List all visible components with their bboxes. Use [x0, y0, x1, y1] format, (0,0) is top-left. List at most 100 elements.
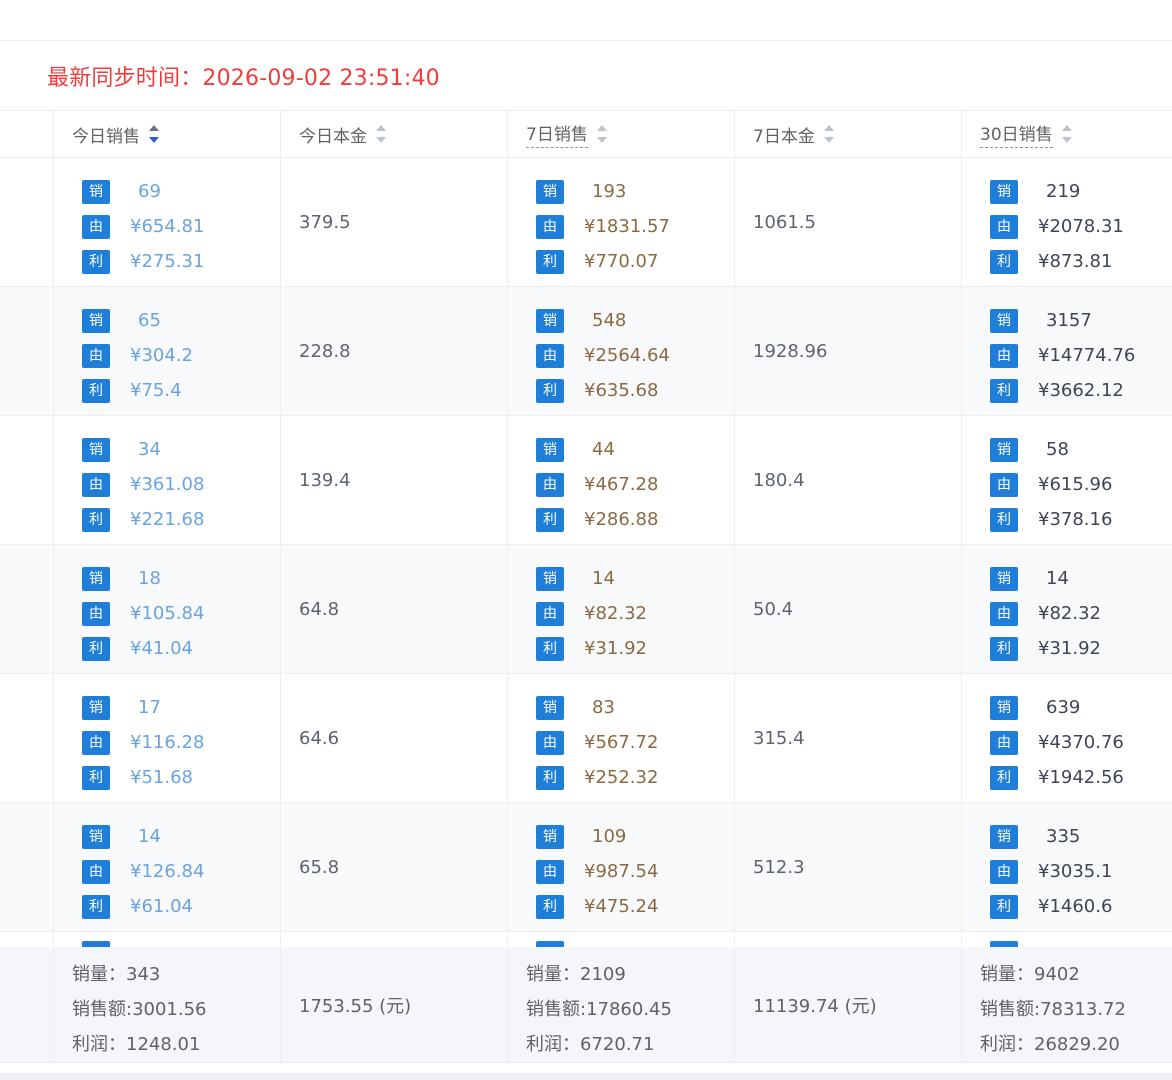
d7-qty: 83 — [592, 697, 615, 718]
today-cost-cell: 64.8 — [299, 598, 340, 620]
today-sales-cell: 销 14 由 ¥126.84 利 ¥61.04 — [82, 819, 204, 924]
d7-profit: ¥475.24 — [584, 896, 659, 917]
d7-cost-summary: 11139.74 (元) — [753, 995, 877, 1017]
d7-profit: ¥635.68 — [584, 380, 659, 401]
table-header: 今日销售 今日本金 7日销售 7日本金 30日销售 — [0, 111, 1172, 158]
column-divider — [507, 111, 508, 1062]
today-cost-cell: 139.4 — [299, 469, 351, 491]
table-body: 销 69 由 ¥654.81 利 ¥275.31 379.5 销 193 由 ¥1831.… — [0, 158, 1172, 932]
sales-badge: 销 — [536, 179, 564, 204]
d7-profit: ¥286.88 — [584, 509, 659, 530]
col-today-cost[interactable]: 今日本金 — [299, 111, 387, 157]
d7-profit: ¥770.07 — [584, 251, 659, 272]
d7-qty: 109 — [592, 826, 627, 847]
d7-qty: 548 — [592, 310, 627, 331]
column-divider — [961, 111, 962, 1062]
today-qty: 34 — [138, 439, 161, 460]
profit-badge: 利 — [536, 894, 564, 919]
profit-badge: 利 — [990, 636, 1018, 661]
today-revenue: ¥126.84 — [130, 861, 205, 882]
today-cost-cell: 379.5 — [299, 211, 351, 233]
sync-label: 最新同步时间： — [47, 66, 203, 91]
d7-cost-cell: 1061.5 — [753, 211, 816, 233]
today-revenue: ¥654.81 — [130, 216, 205, 237]
revenue-badge: 由 — [82, 214, 110, 239]
today-summary-profit: 利润：1248.01 — [72, 1033, 201, 1055]
d7-sales-cell: 销 548 由 ¥2564.64 利 ¥635.68 — [536, 303, 670, 408]
d7-sales-cell: 销 14 由 ¥82.32 利 ¥31.92 — [536, 561, 647, 666]
sort-icon[interactable] — [375, 124, 387, 144]
today-profit: ¥61.04 — [130, 896, 193, 917]
d7-revenue: ¥987.54 — [584, 861, 659, 882]
d30-qty: 58 — [1046, 439, 1069, 460]
sales-badge: 销 — [82, 824, 110, 849]
profit-badge: 利 — [990, 894, 1018, 919]
d7-qty: 44 — [592, 439, 615, 460]
sales-badge: 销 — [990, 179, 1018, 204]
d7-sales-cell: 销 44 由 ¥467.28 利 ¥286.88 — [536, 432, 658, 537]
d30-summary-revenue: 销售额:78313.72 — [980, 998, 1126, 1020]
sort-icon[interactable] — [148, 124, 160, 144]
today-qty: 14 — [138, 826, 161, 847]
sort-icon[interactable] — [596, 124, 608, 144]
d30-qty: 219 — [1046, 181, 1081, 202]
sales-badge: 销 — [536, 824, 564, 849]
profit-badge: 利 — [82, 507, 110, 532]
col-7d-cost[interactable]: 7日本金 — [753, 111, 835, 157]
revenue-badge: 由 — [990, 730, 1018, 755]
sales-badge: 销 — [82, 308, 110, 333]
today-profit: ¥51.68 — [130, 767, 193, 788]
sync-time: 最新同步时间：2026-09-02 23:51:40 — [47, 60, 440, 92]
d30-qty: 3157 — [1046, 310, 1092, 331]
d7-revenue: ¥2564.64 — [584, 345, 670, 366]
revenue-badge: 由 — [536, 859, 564, 884]
d30-summary: 销量：9402 销售额:78313.72 利润：26829.20 — [980, 955, 1126, 1060]
d7-revenue: ¥467.28 — [584, 474, 659, 495]
revenue-badge: 由 — [990, 859, 1018, 884]
d7-cost-cell: 512.3 — [753, 856, 805, 878]
d30-profit: ¥3662.12 — [1038, 380, 1124, 401]
d30-summary-profit: 利润：26829.20 — [980, 1033, 1120, 1055]
sort-icon[interactable] — [823, 124, 835, 144]
today-qty: 18 — [138, 568, 161, 589]
d30-revenue: ¥82.32 — [1038, 603, 1101, 624]
today-qty: 17 — [138, 697, 161, 718]
today-cost-cell: 228.8 — [299, 340, 351, 362]
col-7d-sales-label: 7日销售 — [526, 120, 588, 148]
today-qty: 65 — [138, 310, 161, 331]
col-today-sales[interactable]: 今日销售 — [72, 111, 160, 157]
d30-sales-cell: 销 335 由 ¥3035.1 利 ¥1460.6 — [990, 819, 1112, 924]
sales-badge: 销 — [82, 179, 110, 204]
revenue-badge: 由 — [82, 601, 110, 626]
today-revenue: ¥361.08 — [130, 474, 205, 495]
profit-badge: 利 — [82, 765, 110, 790]
profit-badge: 利 — [82, 636, 110, 661]
sales-badge: 销 — [82, 695, 110, 720]
d30-sales-cell: 销 219 由 ¥2078.31 利 ¥873.81 — [990, 174, 1124, 279]
table-row: 销 34 由 ¥361.08 利 ¥221.68 139.4 销 44 由 ¥467.28… — [0, 416, 1172, 545]
d30-sales-cell: 销 14 由 ¥82.32 利 ¥31.92 — [990, 561, 1101, 666]
d30-revenue: ¥615.96 — [1038, 474, 1113, 495]
sales-badge: 销 — [82, 437, 110, 462]
revenue-badge: 由 — [82, 859, 110, 884]
today-sales-cell: 销 65 由 ¥304.2 利 ¥75.4 — [82, 303, 193, 408]
d7-summary-profit: 利润：6720.71 — [526, 1033, 655, 1055]
revenue-badge: 由 — [990, 472, 1018, 497]
column-divider — [734, 111, 735, 1062]
d30-revenue: ¥14774.76 — [1038, 345, 1136, 366]
today-summary: 销量：343 销售额:3001.56 利润：1248.01 — [72, 955, 207, 1060]
sales-badge: 销 — [990, 308, 1018, 333]
col-30d-sales[interactable]: 30日销售 — [980, 111, 1073, 157]
col-7d-sales[interactable]: 7日销售 — [526, 111, 608, 157]
revenue-badge: 由 — [536, 601, 564, 626]
sort-icon[interactable] — [1061, 124, 1073, 144]
sales-badge: 销 — [536, 695, 564, 720]
revenue-badge: 由 — [536, 343, 564, 368]
revenue-badge: 由 — [82, 730, 110, 755]
today-profit: ¥221.68 — [130, 509, 205, 530]
d30-qty: 335 — [1046, 826, 1081, 847]
profit-badge: 利 — [536, 636, 564, 661]
d7-cost-cell: 1928.96 — [753, 340, 828, 362]
d7-cost-cell: 50.4 — [753, 598, 794, 620]
revenue-badge: 由 — [536, 472, 564, 497]
